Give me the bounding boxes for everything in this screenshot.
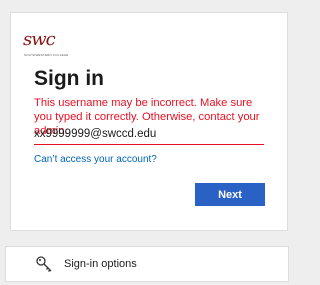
page-title: Sign in [34, 67, 104, 90]
college-logo: swc SOUTHWESTERN COLLEGE [23, 29, 69, 62]
logo-subtext: SOUTHWESTERN COLLEGE [24, 53, 69, 57]
signin-options-label: Sign-in options [64, 258, 137, 270]
username-input[interactable] [34, 125, 264, 143]
cant-access-account-link[interactable]: Can’t access your account? [34, 154, 157, 165]
key-icon [36, 256, 52, 272]
logo-wordmark: swc [23, 29, 56, 50]
next-button[interactable]: Next [195, 183, 265, 206]
username-field-wrapper [34, 124, 264, 145]
signin-options-button[interactable]: Sign-in options [5, 246, 289, 282]
page: swc SOUTHWESTERN COLLEGE Sign in This us… [0, 0, 300, 285]
